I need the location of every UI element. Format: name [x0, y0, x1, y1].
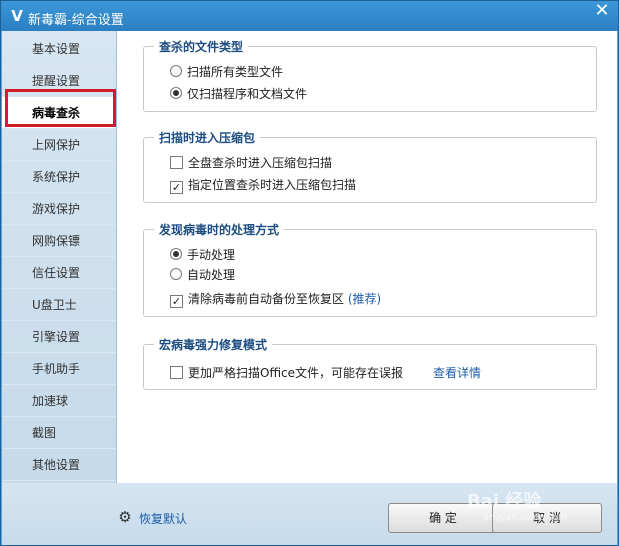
checkbox-strict-office-scan[interactable]: 更加严格扫描Office文件，可能存在误报 — [170, 365, 403, 381]
watermark-logo: Bai 经验 — [467, 491, 542, 512]
checkbox-icon — [170, 156, 183, 169]
settings-window: V 新毒霸-综合设置 ✕ 基本设置 提醒设置 病毒查杀 上网保护 系统保护 游戏… — [0, 0, 619, 546]
watermark-url: jingyan.baidu.com — [484, 513, 568, 523]
gear-icon[interactable]: ⚙ — [117, 509, 133, 525]
sidebar-item-phone-assistant[interactable]: 手机助手 — [2, 353, 116, 385]
sidebar-item-other[interactable]: 其他设置 — [2, 449, 116, 481]
group-title-file-types: 查杀的文件类型 — [154, 38, 249, 55]
highlight-box — [5, 89, 116, 127]
radio-scan-programs-docs[interactable]: 仅扫描程序和文档文件 — [170, 86, 307, 102]
duba-logo-icon: V — [11, 7, 23, 25]
restore-defaults-link[interactable]: 恢复默认 — [139, 510, 187, 527]
radio-selected-icon — [170, 248, 182, 260]
window-title: 新毒霸-综合设置 — [28, 13, 124, 28]
group-title-virus-action: 发现病毒时的处理方式 — [154, 221, 285, 238]
option-label: 更加严格扫描Office文件，可能存在误报 — [188, 366, 404, 380]
view-details-link[interactable]: 查看详情 — [433, 365, 481, 381]
sidebar-item-basic[interactable]: 基本设置 — [2, 33, 116, 65]
checkbox-icon — [170, 366, 183, 379]
group-file-types: 查杀的文件类型 扫描所有类型文件 仅扫描程序和文档文件 — [143, 38, 597, 112]
close-button[interactable]: ✕ — [588, 1, 616, 21]
option-label: 手动处理 — [187, 248, 236, 262]
sidebar-item-screenshot[interactable]: 截图 — [2, 417, 116, 449]
sidebar-item-speed-ball[interactable]: 加速球 — [2, 385, 116, 417]
radio-manual-handle[interactable]: 手动处理 — [170, 247, 235, 263]
group-archives: 扫描时进入压缩包 全盘查杀时进入压缩包扫描 ✓ 指定位置查杀时进入压缩包扫描 — [143, 129, 597, 203]
recommended-note: (推荐) — [347, 292, 382, 306]
group-title-archives: 扫描时进入压缩包 — [154, 129, 261, 146]
checkbox-checked-icon: ✓ — [170, 295, 183, 308]
sidebar-item-engine[interactable]: 引擎设置 — [2, 321, 116, 353]
radio-selected-icon — [170, 87, 182, 99]
option-label: 指定位置查杀时进入压缩包扫描 — [188, 178, 357, 192]
radio-icon — [170, 65, 182, 77]
radio-auto-handle[interactable]: 自动处理 — [170, 267, 235, 283]
option-label: 扫描所有类型文件 — [187, 65, 284, 79]
checkbox-checked-icon: ✓ — [170, 181, 183, 194]
checkbox-custom-scan-archives[interactable]: ✓ 指定位置查杀时进入压缩包扫描 — [170, 177, 357, 194]
close-icon: ✕ — [594, 0, 610, 21]
option-label: 全盘查杀时进入压缩包扫描 — [188, 156, 333, 170]
radio-scan-all[interactable]: 扫描所有类型文件 — [170, 64, 283, 80]
sidebar-item-shopping-guard[interactable]: 网购保镖 — [2, 225, 116, 257]
checkbox-full-scan-archives[interactable]: 全盘查杀时进入压缩包扫描 — [170, 155, 332, 171]
sidebar-item-usb-guard[interactable]: U盘卫士 — [2, 289, 116, 321]
footer-bar: ⚙ 恢复默认 确 定 取 消 Bai 经验 jingyan.baidu.com — [2, 483, 617, 545]
sidebar-item-system-protection[interactable]: 系统保护 — [2, 161, 116, 193]
group-macro-repair: 宏病毒强力修复模式 更加严格扫描Office文件，可能存在误报 查看详情 — [143, 336, 597, 390]
option-label: 自动处理 — [187, 268, 236, 282]
sidebar-item-web-protection[interactable]: 上网保护 — [2, 129, 116, 161]
option-label: 清除病毒前自动备份至恢复区 — [188, 292, 345, 306]
sidebar-item-trust[interactable]: 信任设置 — [2, 257, 116, 289]
checkbox-auto-backup[interactable]: ✓ 清除病毒前自动备份至恢复区 (推荐) — [170, 291, 382, 308]
group-virus-action: 发现病毒时的处理方式 手动处理 自动处理 ✓ 清除病毒前自动备份至恢复区 (推荐) — [143, 221, 597, 317]
sidebar-item-game-protection[interactable]: 游戏保护 — [2, 193, 116, 225]
settings-panel: 查杀的文件类型 扫描所有类型文件 仅扫描程序和文档文件 扫描时进入压缩包 全盘查… — [117, 31, 617, 483]
radio-icon — [170, 268, 182, 280]
option-label: 仅扫描程序和文档文件 — [187, 87, 308, 101]
group-title-macro: 宏病毒强力修复模式 — [154, 336, 273, 353]
title-bar[interactable]: V 新毒霸-综合设置 ✕ — [1, 1, 618, 31]
